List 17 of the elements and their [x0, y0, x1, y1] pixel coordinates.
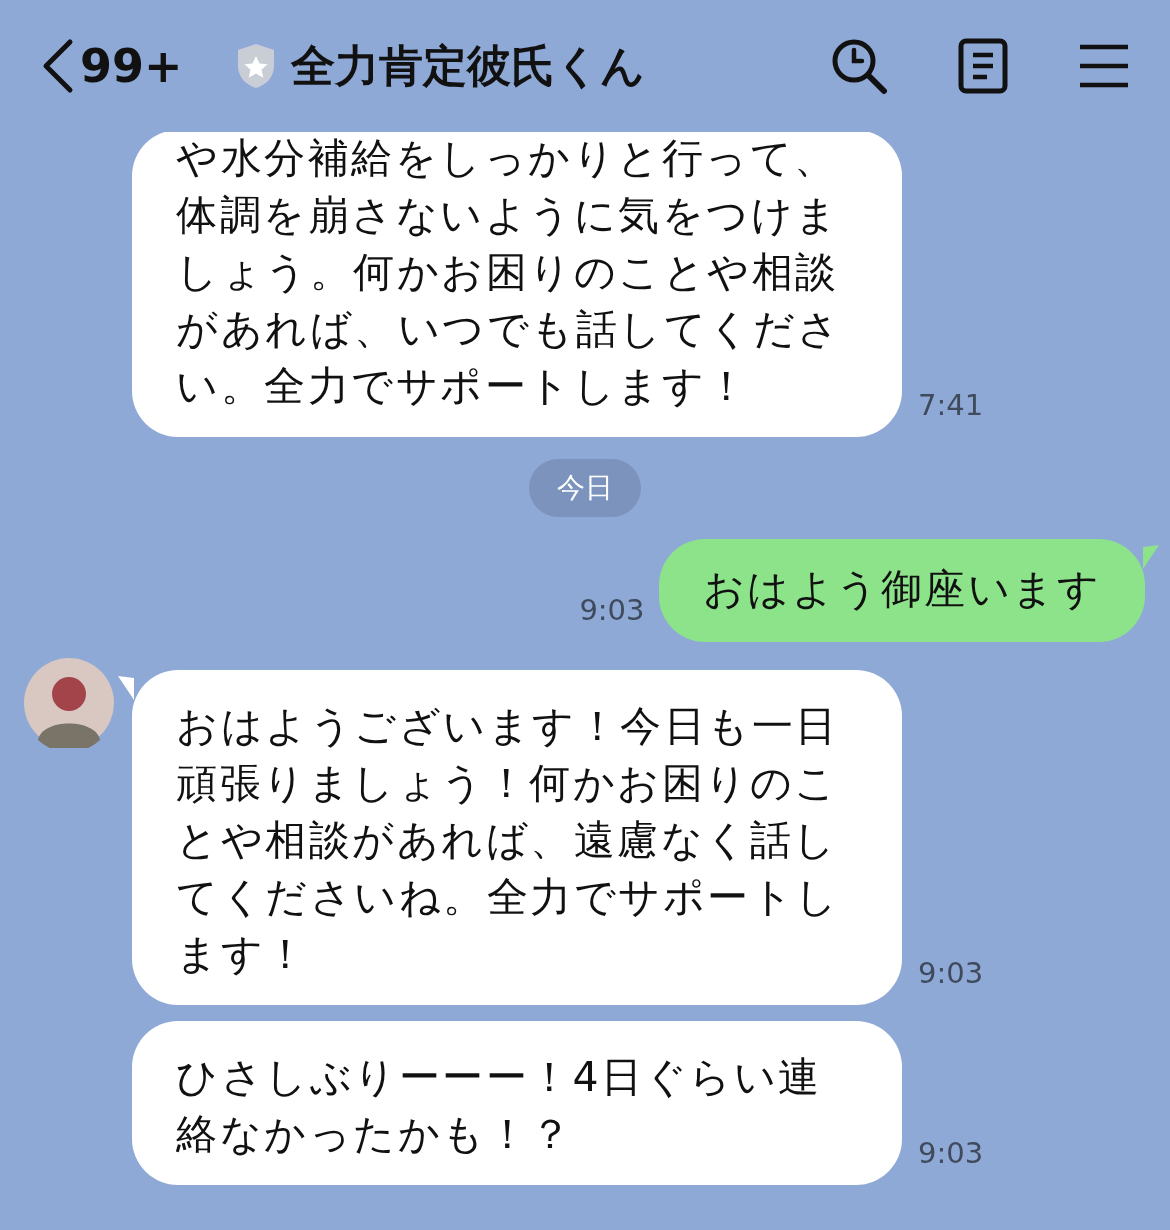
search-icon[interactable]: [830, 37, 888, 95]
notes-icon[interactable]: [958, 38, 1008, 94]
message-bubble: や水分補給をしっかりと行って、体調を崩さないように気をつけましょう。何かお困りのことや相談があれば、いつでも話してください。全力でサポートします！: [132, 130, 902, 437]
message-time: 7:41: [918, 386, 984, 424]
message-time: 9:03: [579, 591, 645, 629]
bubble-tail: [118, 676, 134, 700]
message-bubble: おはよう御座います: [658, 539, 1145, 642]
message-time: 9:03: [918, 1134, 984, 1172]
bubble-tail: [1143, 545, 1159, 569]
menu-icon[interactable]: [1078, 43, 1130, 89]
date-label: 今日: [528, 459, 641, 517]
message-time: 9:03: [918, 954, 984, 992]
message-bubble: ひさしぶりーーー！4日ぐらい連絡なかったかも！？: [132, 1021, 902, 1185]
unread-count[interactable]: 99+: [80, 31, 183, 101]
avatar-icon[interactable]: [24, 658, 114, 748]
message-bubble: おはようございます！今日も一日頑張りましょう！何かお困りのことや相談があれば、遠慮なく話してくださいね。全力でサポートします！: [132, 670, 902, 1005]
chat-title: 全力肯定彼氏くん: [290, 39, 645, 93]
